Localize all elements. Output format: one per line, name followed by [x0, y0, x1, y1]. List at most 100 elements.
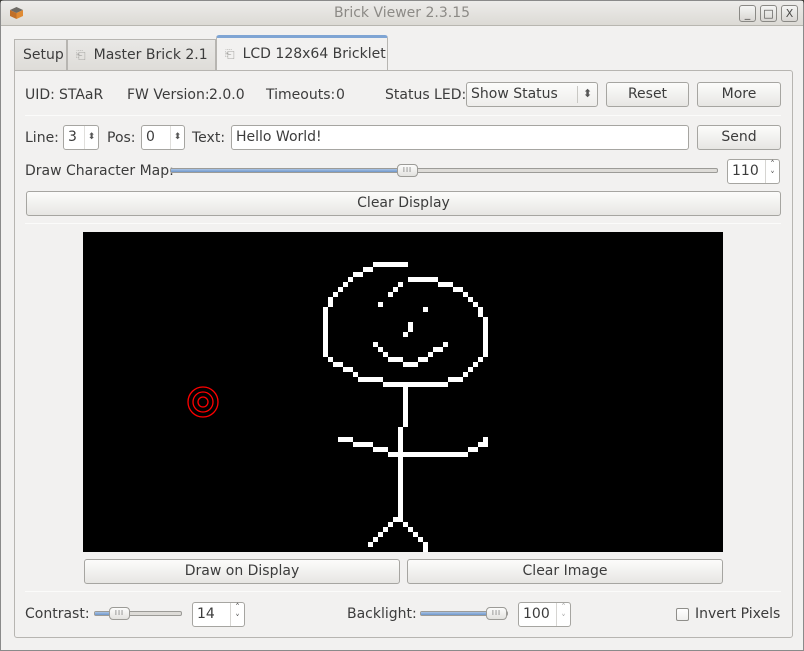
lcd-pixel-segment — [473, 362, 478, 367]
lcd-pixel-segment — [353, 372, 358, 377]
line-spinbox[interactable]: 3 ⬍ — [63, 125, 99, 150]
line-label: Line: — [25, 130, 59, 146]
lcd-pixel-segment — [393, 452, 468, 457]
lcd-bricklet-panel: UID: STAaR FW Version: 2.0.0 Timeouts: 0… — [14, 70, 793, 638]
status-led-value: Show Status — [471, 86, 558, 102]
lcd-pixel-segment — [398, 427, 403, 522]
slider-fill — [171, 169, 401, 172]
character-map-value: 110 — [732, 163, 759, 179]
more-button[interactable]: More — [697, 82, 781, 107]
lcd-pixel-segment — [373, 537, 378, 542]
spin-arrows-icon[interactable]: ˄ ˅ — [765, 160, 779, 183]
lcd-pixel-segment — [483, 317, 488, 357]
backlight-label: Backlight: — [347, 606, 417, 622]
slider-handle[interactable]: III — [397, 164, 418, 177]
clear-display-button[interactable]: Clear Display — [26, 191, 781, 216]
lcd-pixel-segment — [468, 297, 473, 302]
clear-image-button[interactable]: Clear Image — [407, 559, 723, 584]
spin-arrows-icon[interactable]: ˄ ˅ — [230, 603, 244, 626]
lcd-pixel-segment — [473, 302, 478, 307]
timeouts-label: Timeouts: — [266, 87, 336, 103]
tab-master-brick[interactable]: ⎗ Master Brick 2.1 — [67, 39, 216, 71]
uid-value: STAaR — [59, 87, 104, 103]
lcd-pixel-segment — [343, 367, 353, 372]
lcd-pixel-segment — [328, 357, 333, 362]
lcd-pixel-segment — [398, 457, 403, 462]
lcd-pixel-segment — [443, 342, 448, 347]
slider-handle[interactable]: III — [486, 607, 507, 620]
contrast-slider[interactable]: III — [94, 607, 182, 620]
lcd-pixel-segment — [403, 362, 418, 367]
lcd-pixel-segment — [353, 442, 373, 447]
lcd-pixel-segment — [403, 387, 408, 427]
lcd-pixel-segment — [378, 347, 383, 352]
separator — [25, 223, 781, 224]
character-map-slider[interactable]: III — [170, 164, 718, 177]
detach-icon[interactable]: ⎗ — [225, 47, 235, 61]
lcd-pixel-segment — [418, 537, 423, 542]
contrast-spinbox[interactable]: 14 ˄ ˅ — [192, 602, 245, 627]
window-title: Brick Viewer 2.3.15 — [333, 5, 471, 21]
draw-character-map-label: Draw Character Map: — [25, 163, 174, 179]
maximize-icon: □ — [763, 7, 774, 20]
text-input[interactable]: Hello World! — [231, 125, 689, 150]
lcd-pixel-segment — [343, 282, 348, 287]
lcd-pixel-segment — [383, 352, 388, 357]
lcd-pixel-segment — [378, 302, 383, 307]
character-map-spinbox[interactable]: 110 ˄ ˅ — [727, 159, 780, 184]
lcd-pixel-segment — [453, 287, 463, 292]
chevron-up-down-icon: ⬍ — [577, 86, 597, 103]
invert-pixels-checkbox[interactable] — [676, 608, 689, 621]
contrast-label: Contrast: — [25, 606, 90, 622]
close-button[interactable]: X — [781, 5, 798, 22]
lcd-pixel-segment — [408, 322, 413, 332]
tab-label: Master Brick 2.1 — [93, 47, 208, 63]
lcd-pixel-segment — [408, 277, 438, 282]
lcd-pixel-segment — [403, 522, 408, 527]
draw-on-display-button[interactable]: Draw on Display — [84, 559, 400, 584]
separator — [25, 591, 781, 592]
lcd-pixel-segment — [468, 367, 473, 372]
spin-arrows-icon[interactable]: ˄ ˅ — [556, 603, 570, 626]
fw-version-label: FW Version: — [127, 87, 210, 103]
timeouts-value: 0 — [336, 87, 345, 103]
lcd-pixel-segment — [478, 357, 483, 362]
reset-button[interactable]: Reset — [606, 82, 689, 107]
contrast-value: 14 — [197, 606, 215, 622]
lcd-pixel-segment — [448, 377, 463, 382]
backlight-spinbox[interactable]: 100 ˄ ˅ — [518, 602, 571, 627]
send-button[interactable]: Send — [697, 125, 781, 150]
pos-label: Pos: — [107, 130, 136, 146]
chevron-up-down-icon[interactable]: ⬍ — [84, 126, 98, 149]
tab-setup[interactable]: Setup — [14, 39, 67, 71]
lcd-pixel-segment — [333, 362, 343, 367]
text-input-value: Hello World! — [236, 129, 322, 145]
lcd-pixel-segment — [328, 297, 333, 307]
lcd-pixel-segment — [478, 307, 483, 317]
lcd-pixel-segment — [378, 532, 383, 537]
close-icon: X — [785, 7, 794, 20]
backlight-slider[interactable]: III — [420, 607, 508, 620]
lcd-pixel-segment — [403, 332, 408, 337]
lcd-pixel-segment — [408, 527, 413, 532]
lcd-pixel-segment — [423, 542, 428, 547]
maximize-button[interactable]: □ — [760, 5, 777, 22]
lcd-pixel-segment — [413, 532, 418, 537]
uid-label: UID: — [25, 87, 55, 103]
slider-handle[interactable]: III — [109, 607, 130, 620]
lcd-pixel-segment — [478, 442, 483, 447]
lcd-pixel-segment — [398, 282, 403, 287]
lcd-drawing-canvas[interactable] — [83, 232, 723, 552]
lcd-pixel-segment — [393, 517, 398, 522]
lcd-pixel-segment — [358, 377, 383, 382]
pos-spinbox[interactable]: 0 ⬍ — [141, 125, 185, 150]
minimize-button[interactable]: _ — [739, 5, 756, 22]
tab-label: LCD 128x64 Bricklet — [242, 46, 386, 62]
chevron-up-down-icon[interactable]: ⬍ — [170, 126, 184, 149]
detach-icon[interactable]: ⎗ — [76, 48, 86, 62]
status-led-select[interactable]: Show Status ⬍ — [466, 82, 598, 107]
separator — [25, 115, 781, 116]
lcd-pixel-segment — [463, 372, 468, 377]
lcd-pixel-segment — [373, 342, 378, 347]
tab-lcd-bricklet[interactable]: ⎗ LCD 128x64 Bricklet — [216, 35, 388, 72]
